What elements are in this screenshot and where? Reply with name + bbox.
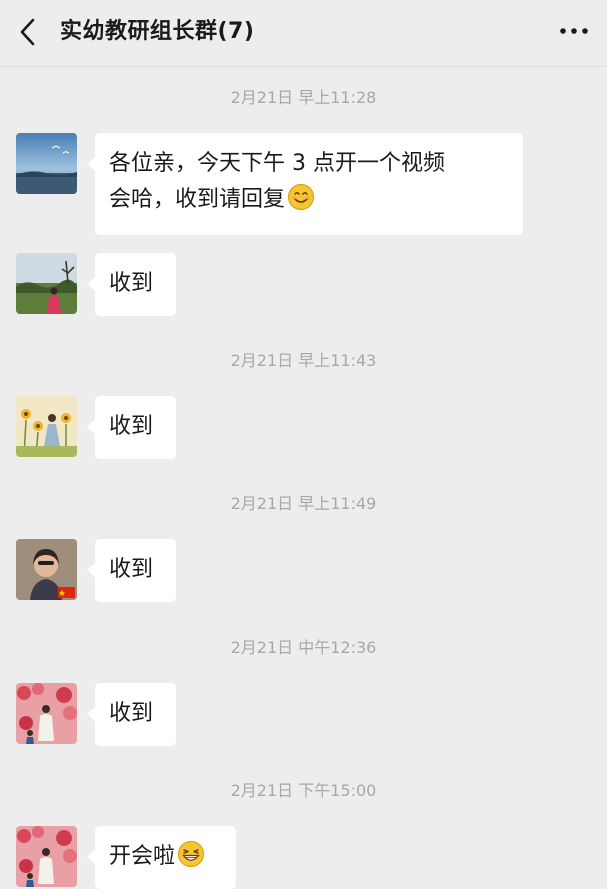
timestamp: 2月21日 中午12:36 xyxy=(230,638,377,657)
message-bubble[interactable]: 收到 xyxy=(87,253,176,316)
message-text: 收到 xyxy=(109,414,154,439)
more-dots-icon xyxy=(560,28,588,34)
more-button[interactable] xyxy=(557,16,591,46)
message-text: 收到 xyxy=(109,557,154,582)
timestamp: 2月21日 早上11:49 xyxy=(230,494,377,513)
avatar[interactable] xyxy=(16,396,77,457)
avatar[interactable] xyxy=(16,133,77,194)
message-bubble[interactable]: 收到 xyxy=(87,396,176,459)
chat-title: 实幼教研组长群(7) xyxy=(60,19,255,44)
message-text-line: 开会啦 xyxy=(109,839,222,875)
message-text-line: 会哈，收到请回复 xyxy=(109,182,509,218)
timestamp: 2月21日 早上11:43 xyxy=(230,351,377,370)
smile-emoji-icon xyxy=(287,183,315,211)
message-bubble[interactable]: 收到 xyxy=(87,539,176,602)
avatar[interactable] xyxy=(16,826,77,887)
timestamp: 2月21日 下午15:00 xyxy=(230,781,377,800)
message-text: 会哈，收到请回复 xyxy=(109,187,286,212)
message-bubble[interactable]: 收到 xyxy=(87,683,176,746)
chat-header: 实幼教研组长群(7) xyxy=(0,0,607,67)
timestamp: 2月21日 早上11:28 xyxy=(230,88,377,107)
message-text: 开会啦 xyxy=(109,844,176,869)
message-text: 收到 xyxy=(109,271,154,296)
message-bubble[interactable]: 开会啦 xyxy=(87,826,236,889)
grin-emoji-icon xyxy=(177,840,205,868)
avatar[interactable] xyxy=(16,539,77,600)
chevron-left-icon xyxy=(20,18,35,46)
avatar[interactable] xyxy=(16,253,77,314)
message-text: 各位亲，今天下午 3 点开一个视频 xyxy=(109,151,445,176)
message-bubble[interactable]: 各位亲，今天下午 3 点开一个视频 会哈，收到请回复 xyxy=(87,133,523,235)
avatar[interactable] xyxy=(16,683,77,744)
message-text: 收到 xyxy=(109,701,154,726)
back-button[interactable] xyxy=(14,14,44,50)
